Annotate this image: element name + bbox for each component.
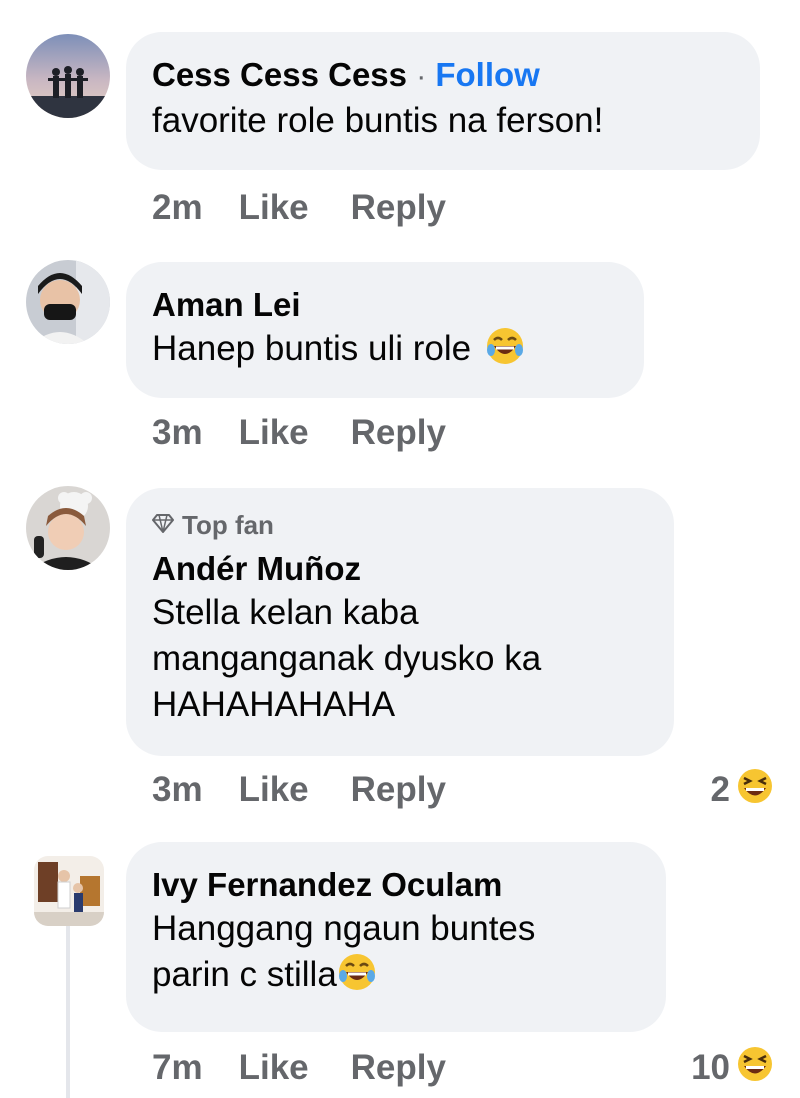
like-button[interactable]: Like (239, 1048, 309, 1088)
avatar[interactable] (26, 260, 110, 344)
reply-thread-line (66, 924, 70, 1098)
comment-bubble: Aman Lei Hanep buntis uli role (126, 262, 644, 398)
commenter-name[interactable]: Ivy Fernandez Oculam (152, 864, 640, 906)
commenter-name[interactable]: Aman Lei (152, 284, 618, 326)
comment-bubble: Top fan Andér Muñoz Stella kelan kaba ma… (126, 488, 674, 756)
timestamp[interactable]: 2m (152, 188, 203, 228)
avatar[interactable] (34, 856, 104, 926)
comment-text: favorite role buntis na ferson! (152, 101, 604, 140)
laughing-emoji-icon (337, 952, 377, 1004)
reply-button[interactable]: Reply (351, 1048, 446, 1088)
avatar[interactable] (26, 486, 110, 570)
diamond-icon (152, 510, 174, 540)
timestamp[interactable]: 3m (152, 770, 203, 810)
badge-label: Top fan (182, 510, 274, 540)
squinting-laugh-emoji-icon (736, 767, 774, 814)
timestamp[interactable]: 7m (152, 1048, 203, 1088)
squinting-laugh-emoji-icon (736, 1045, 774, 1092)
comment-text-line: parin c stilla (152, 955, 337, 994)
comment-actions: 3m Like Reply (152, 409, 488, 457)
like-button[interactable]: Like (239, 770, 309, 810)
comment-text-line: Hanggang ngaun buntes (152, 909, 536, 948)
timestamp[interactable]: 3m (152, 413, 203, 453)
laughing-emoji-icon (485, 326, 525, 378)
commenter-name[interactable]: Andér Muñoz (152, 548, 648, 590)
comment-bubble: Cess Cess Cess · Follow favorite role bu… (126, 32, 760, 170)
follow-button[interactable]: Follow (435, 56, 539, 93)
comment-bubble: Ivy Fernandez Oculam Hanggang ngaun bunt… (126, 842, 666, 1032)
comment-text-line: HAHAHAHAHA (152, 685, 396, 724)
comment-text-line: Stella kelan kaba (152, 593, 419, 632)
like-button[interactable]: Like (239, 188, 309, 228)
avatar[interactable] (26, 34, 110, 118)
reply-button[interactable]: Reply (351, 413, 446, 453)
reaction-count: 2 (710, 770, 730, 809)
comment-actions: 2m Like Reply (152, 184, 488, 232)
top-fan-badge: Top fan (152, 510, 648, 540)
separator-dot: · (416, 60, 427, 93)
commenter-name[interactable]: Cess Cess Cess (152, 56, 407, 93)
reaction-summary[interactable]: 10 (691, 1044, 774, 1092)
reaction-count: 10 (691, 1048, 730, 1087)
comment-actions: 3m Like Reply (152, 766, 488, 814)
comment-actions: 7m Like Reply (152, 1044, 488, 1092)
reaction-summary[interactable]: 2 (711, 766, 774, 814)
comment-text: Hanep buntis uli role (152, 329, 472, 368)
like-button[interactable]: Like (239, 413, 309, 453)
reply-button[interactable]: Reply (351, 188, 446, 228)
reply-button[interactable]: Reply (351, 770, 446, 810)
comment-text-line: manganganak dyusko ka (152, 639, 542, 678)
